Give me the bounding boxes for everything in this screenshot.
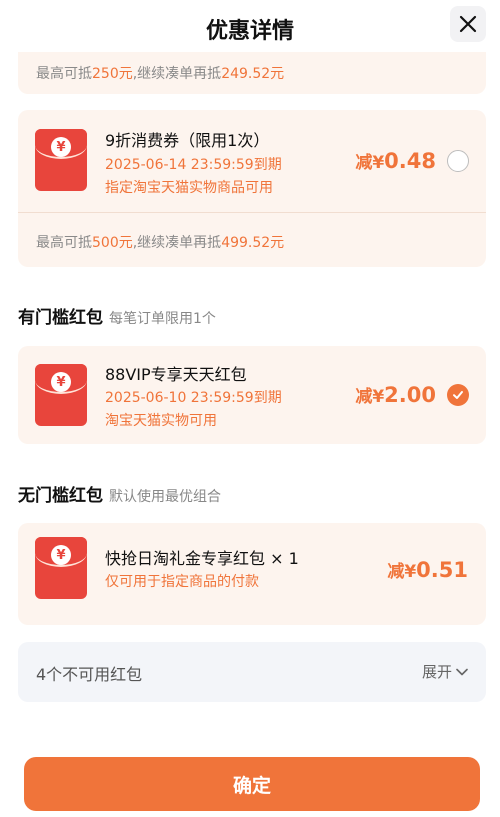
coupon-select-radio[interactable] (447, 150, 469, 172)
section-threshold-header: 有门槛红包 每笔订单限用1个 (18, 303, 216, 328)
coupon-title: 快抢日淘礼金专享红包 × 1 (105, 549, 299, 568)
page-title: 优惠详情 (205, 19, 294, 44)
section-title: 有门槛红包 (18, 308, 103, 328)
header: 优惠详情 (0, 0, 500, 58)
section-subtitle: 每笔订单限用1个 (109, 311, 216, 327)
coupon-amount: 减¥0.48 (355, 149, 436, 173)
close-icon (459, 15, 477, 33)
coupon-limit-note: 最高可抵250元,继续凑单再抵249.52元 (36, 66, 285, 82)
coupon-note-strip: 最高可抵250元,继续凑单再抵249.52元 (18, 52, 486, 94)
coupon-limit-note: 最高可抵500元,继续凑单再抵499.52元 (36, 235, 285, 251)
coupon-scope: 淘宝天猫实物可用 (105, 413, 217, 429)
coupon-scope: 指定淘宝天猫实物商品可用 (105, 180, 273, 196)
section-subtitle: 默认使用最优组合 (109, 489, 221, 505)
divider (18, 212, 486, 213)
coupon-card-taolijin[interactable]: ¥ 快抢日淘礼金专享红包 × 1 仅可用于指定商品的付款 减¥0.51 (18, 523, 486, 625)
red-envelope-icon: ¥ (35, 364, 87, 426)
coupon-title: 9折消费券（限用1次） (105, 131, 270, 150)
coupon-selected-check[interactable] (447, 384, 469, 406)
coupon-expiry: 2025-06-14 23:59:59到期 (105, 157, 282, 173)
check-icon (453, 391, 463, 399)
coupon-amount: 减¥0.51 (387, 558, 468, 582)
coupon-card-discount[interactable]: ¥ 9折消费券（限用1次） 2025-06-14 23:59:59到期 指定淘宝… (18, 110, 486, 267)
chevron-down-icon (456, 668, 468, 675)
unavailable-count-label: 4个不可用红包 (36, 665, 143, 684)
expand-button[interactable]: 展开 (422, 661, 468, 682)
close-button[interactable] (450, 6, 486, 42)
section-no-threshold-header: 无门槛红包 默认使用最优组合 (18, 481, 221, 506)
confirm-button[interactable]: 确定 (24, 757, 480, 811)
red-envelope-icon: ¥ (35, 537, 87, 599)
coupon-details-page: 优惠详情 最高可抵250元,继续凑单再抵249.52元 ¥ 9折消费券（限用1次… (0, 0, 500, 817)
unavailable-coupons-row[interactable]: 4个不可用红包 展开 (18, 642, 486, 702)
coupon-scope: 仅可用于指定商品的付款 (105, 574, 259, 590)
coupon-amount: 减¥2.00 (355, 383, 436, 407)
section-title: 无门槛红包 (18, 486, 103, 506)
coupon-expiry: 2025-06-10 23:59:59到期 (105, 390, 282, 406)
coupon-card-88vip[interactable]: ¥ 88VIP专享天天红包 2025-06-10 23:59:59到期 淘宝天猫… (18, 346, 486, 444)
coupon-title: 88VIP专享天天红包 (105, 365, 247, 384)
red-envelope-icon: ¥ (35, 129, 87, 191)
